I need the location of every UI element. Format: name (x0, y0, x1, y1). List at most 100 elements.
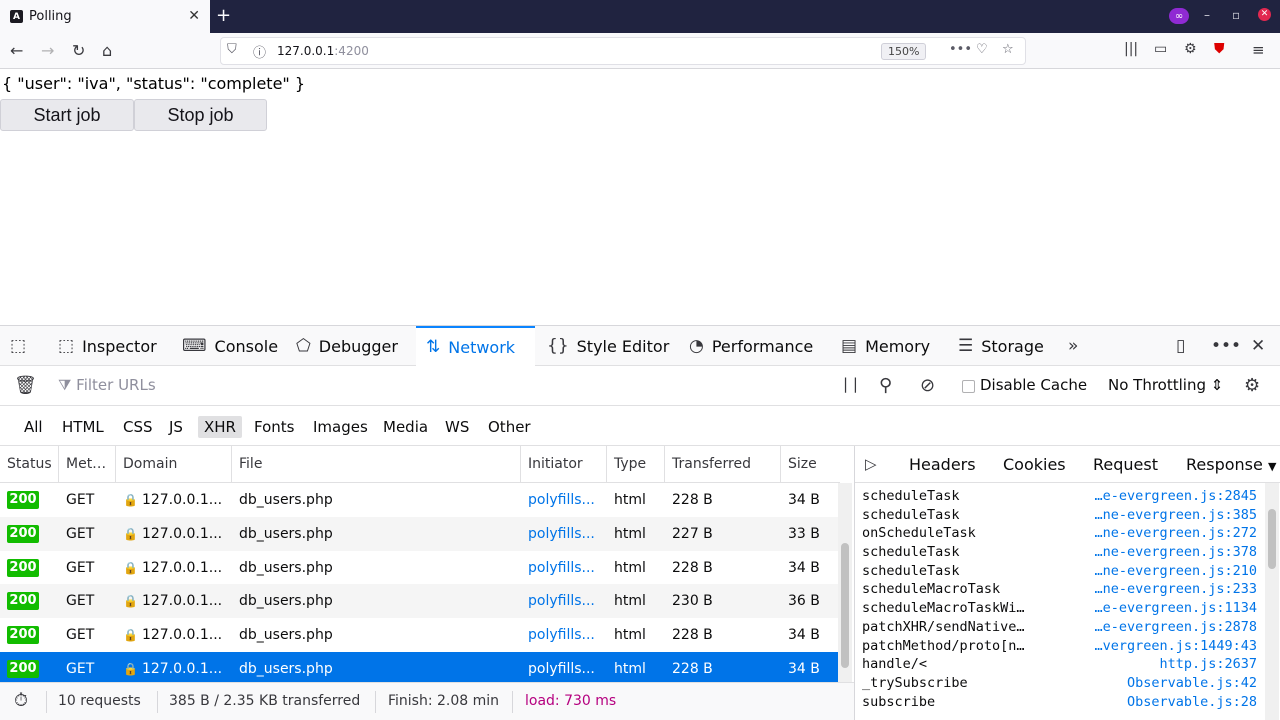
reload-icon[interactable]: ↻ (72, 41, 85, 60)
filter-images[interactable]: Images (307, 416, 374, 438)
start-job-button[interactable]: Start job (0, 99, 134, 131)
ublock-icon[interactable]: ⛊ (1214, 41, 1225, 57)
stack-source-link[interactable]: Observable.js:28 (1127, 694, 1257, 710)
table-row[interactable]: 200 GET 🔒 127.0.0.1... db_users.php polyfills… (0, 516, 838, 551)
home-icon[interactable]: ⌂ (102, 41, 112, 60)
details-scrollbar[interactable] (1265, 483, 1279, 720)
library-icon[interactable]: ||| (1124, 41, 1138, 57)
table-row[interactable]: 200 GET 🔒 127.0.0.1... db_users.php polyfills… (0, 483, 838, 517)
cell-type: html (614, 559, 646, 576)
filter-html[interactable]: HTML (56, 416, 110, 438)
filter-ws[interactable]: WS (439, 416, 475, 438)
col-transferred[interactable]: Transferred (665, 446, 781, 483)
tab-response[interactable]: Response ▼ (1186, 455, 1276, 474)
back-icon[interactable]: ← (10, 41, 23, 60)
browser-tab[interactable]: A Polling ✕ (0, 0, 210, 33)
filter-xhr[interactable]: XHR (198, 416, 242, 438)
toggle-sidebar-icon[interactable]: ▷ (865, 455, 877, 473)
devtools-menu-icon[interactable]: ••• (1211, 326, 1249, 366)
tab-headers[interactable]: Headers (909, 455, 976, 474)
trash-icon[interactable]: 🗑 (14, 375, 37, 396)
bookmark-star-icon[interactable]: ☆ (1002, 42, 1014, 57)
disable-cache-checkbox[interactable] (962, 380, 975, 393)
throttling-select[interactable]: No Throttling ⇕ (1108, 376, 1223, 394)
close-window-icon[interactable]: ✕ (1258, 8, 1271, 21)
scrollbar-thumb[interactable] (841, 543, 849, 668)
table-row[interactable]: 200 GET 🔒 127.0.0.1... db_users.php polyfills… (0, 652, 838, 686)
stack-frame: scheduleTask …ne-evergreen.js:210 (855, 563, 1265, 582)
block-icon[interactable]: ⊘ (920, 375, 935, 396)
network-settings-icon[interactable]: ⚙ (1244, 375, 1260, 396)
stack-source-link[interactable]: …e-evergreen.js:2845 (1094, 488, 1257, 504)
element-picker-icon[interactable]: ⬚ (10, 326, 34, 366)
pocket-icon[interactable]: ♡ (976, 42, 988, 57)
table-row[interactable]: 200 GET 🔒 127.0.0.1... db_users.php polyfills… (0, 584, 838, 619)
forward-icon[interactable]: → (41, 41, 54, 60)
search-icon[interactable]: ⚲ (879, 375, 892, 396)
zoom-level[interactable]: 150% (881, 43, 927, 60)
close-devtools-icon[interactable]: ✕ (1251, 326, 1273, 366)
col-type[interactable]: Type (607, 446, 665, 483)
stack-source-link[interactable]: …ne-evergreen.js:272 (1094, 525, 1257, 541)
page-actions-icon[interactable]: ••• (949, 42, 972, 57)
stack-source-link[interactable]: …ne-evergreen.js:385 (1094, 507, 1257, 523)
scrollbar-thumb[interactable] (1268, 509, 1276, 569)
sidebar-icon[interactable]: ▭ (1154, 41, 1167, 57)
minimize-icon[interactable]: – (1204, 8, 1210, 22)
site-info-icon[interactable]: ⓘ (253, 42, 266, 61)
stop-job-button[interactable]: Stop job (134, 99, 267, 131)
stack-source-link[interactable]: Observable.js:42 (1127, 675, 1257, 691)
tab-cookies[interactable]: Cookies (1003, 455, 1066, 474)
stack-source-link[interactable]: …ne-evergreen.js:210 (1094, 563, 1257, 579)
tab-console[interactable]: ⌨ Console (182, 326, 278, 366)
more-tabs-icon[interactable]: » (1068, 326, 1086, 366)
tab-memory[interactable]: ▤ Memory (841, 326, 930, 366)
table-row[interactable]: 200 GET 🔒 127.0.0.1... db_users.php polyfills… (0, 618, 838, 652)
stack-source-link[interactable]: …e-evergreen.js:2878 (1094, 619, 1257, 635)
tracking-protection-icon[interactable]: ⛉ (227, 42, 237, 57)
pause-icon[interactable]: | | (843, 375, 858, 393)
cell-method: GET (66, 593, 95, 610)
extension-icon[interactable]: ⚙ (1184, 41, 1197, 57)
tab-style-editor[interactable]: {} Style Editor (547, 326, 669, 366)
table-row[interactable]: 200 GET 🔒 127.0.0.1... db_users.php polyfills… (0, 551, 838, 585)
tab-storage[interactable]: ☰ Storage (958, 326, 1044, 366)
cell-size: 34 B (788, 627, 820, 644)
filter-media[interactable]: Media (377, 416, 434, 438)
filter-other[interactable]: Other (482, 416, 537, 438)
maximize-icon[interactable]: ▫ (1232, 8, 1240, 22)
filter-all[interactable]: All (18, 416, 49, 438)
tab-debugger[interactable]: ⬠ Debugger (296, 326, 398, 366)
hamburger-menu-icon[interactable]: ≡ (1252, 41, 1265, 59)
stack-source-link[interactable]: …ne-evergreen.js:233 (1094, 581, 1257, 597)
cell-type: html (614, 492, 646, 508)
stack-source-link[interactable]: http.js:2637 (1159, 656, 1257, 672)
stack-source-link[interactable]: …ne-evergreen.js:378 (1094, 544, 1257, 560)
new-tab-button[interactable]: + (216, 5, 231, 26)
filter-urls-input[interactable]: ⧩ Filter URLs (58, 376, 156, 394)
col-method[interactable]: Met… (59, 446, 116, 483)
tab-performance[interactable]: ◔ Performance (689, 326, 813, 366)
request-list-scrollbar[interactable] (838, 483, 852, 682)
close-tab-icon[interactable]: ✕ (188, 8, 200, 24)
col-domain[interactable]: Domain (116, 446, 232, 483)
cell-file: db_users.php (239, 593, 333, 610)
responsive-design-icon[interactable]: ▯ (1176, 326, 1193, 366)
tab-request[interactable]: Request (1093, 455, 1158, 474)
col-file[interactable]: File (232, 446, 521, 483)
tab-network[interactable]: ⇅ Network (416, 326, 535, 366)
filter-js[interactable]: JS (163, 416, 189, 438)
url-bar[interactable]: ⛉ ⓘ 127.0.0.1:4200 150% ••• ♡ ☆ (220, 37, 1026, 65)
cell-status: 200 (7, 558, 39, 577)
tab-inspector[interactable]: ⬚ Inspector (58, 326, 157, 366)
col-size[interactable]: Size (781, 446, 840, 483)
filter-fonts[interactable]: Fonts (248, 416, 300, 438)
navigation-toolbar: ← → ↻ ⌂ ⛉ ⓘ 127.0.0.1:4200 150% ••• ♡ ☆ … (0, 33, 1280, 69)
stack-source-link[interactable]: …e-evergreen.js:1134 (1094, 600, 1257, 616)
cell-type: html (614, 661, 646, 677)
col-status[interactable]: Status (0, 446, 59, 483)
stack-source-link[interactable]: …vergreen.js:1449:43 (1094, 638, 1257, 654)
disable-cache-label: Disable Cache (980, 376, 1088, 394)
col-initiator[interactable]: Initiator (521, 446, 607, 483)
filter-css[interactable]: CSS (117, 416, 159, 438)
